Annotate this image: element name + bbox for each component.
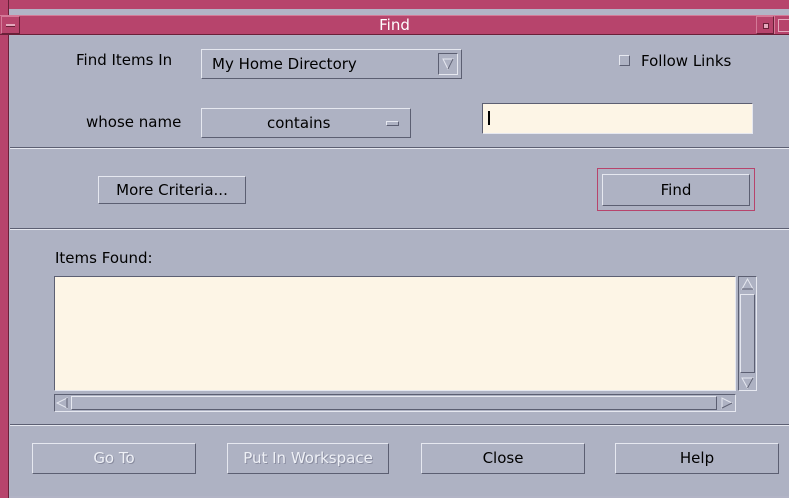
scroll-right-arrow-icon[interactable] bbox=[719, 396, 734, 410]
scroll-down-arrow-icon[interactable] bbox=[740, 375, 755, 390]
separator bbox=[10, 228, 789, 230]
separator bbox=[10, 424, 789, 426]
items-found-list[interactable] bbox=[54, 276, 736, 391]
items-found-label: Items Found: bbox=[55, 249, 153, 267]
name-search-input[interactable] bbox=[482, 103, 753, 134]
vertical-scroll-thumb[interactable] bbox=[740, 294, 755, 373]
follow-links-label: Follow Links bbox=[641, 52, 732, 70]
go-to-button[interactable]: Go To bbox=[32, 443, 196, 474]
put-in-workspace-button[interactable]: Put In Workspace bbox=[227, 443, 389, 474]
follow-links-checkbox[interactable] bbox=[619, 55, 630, 66]
maximize-icon[interactable] bbox=[774, 16, 789, 34]
name-operator-dropdown[interactable]: contains bbox=[201, 108, 411, 138]
help-button[interactable]: Help bbox=[615, 443, 779, 474]
window-title: Find bbox=[379, 16, 410, 34]
separator bbox=[10, 147, 789, 149]
more-criteria-button[interactable]: More Criteria... bbox=[98, 176, 246, 204]
find-location-value: My Home Directory bbox=[212, 55, 357, 73]
whose-name-label: whose name bbox=[86, 113, 182, 131]
text-cursor-icon bbox=[488, 111, 490, 125]
scroll-left-arrow-icon[interactable] bbox=[55, 396, 70, 410]
close-button[interactable]: Close bbox=[421, 443, 585, 474]
option-menu-indicator-icon bbox=[386, 121, 399, 126]
minimize-icon[interactable] bbox=[756, 16, 774, 34]
scroll-up-arrow-icon[interactable] bbox=[740, 277, 755, 292]
horizontal-scroll-thumb[interactable] bbox=[71, 396, 717, 410]
name-operator-value: contains bbox=[267, 114, 331, 132]
find-items-in-label: Find Items In bbox=[76, 51, 173, 69]
vertical-scrollbar[interactable] bbox=[738, 276, 757, 391]
horizontal-scrollbar[interactable] bbox=[54, 394, 736, 412]
dropdown-arrow-icon bbox=[438, 53, 458, 75]
window-border-left[interactable] bbox=[0, 0, 9, 498]
find-button[interactable]: Find bbox=[602, 174, 750, 206]
window-menu-icon[interactable] bbox=[1, 16, 20, 34]
find-location-dropdown[interactable]: My Home Directory bbox=[201, 49, 462, 79]
window-border-top[interactable] bbox=[0, 0, 789, 9]
